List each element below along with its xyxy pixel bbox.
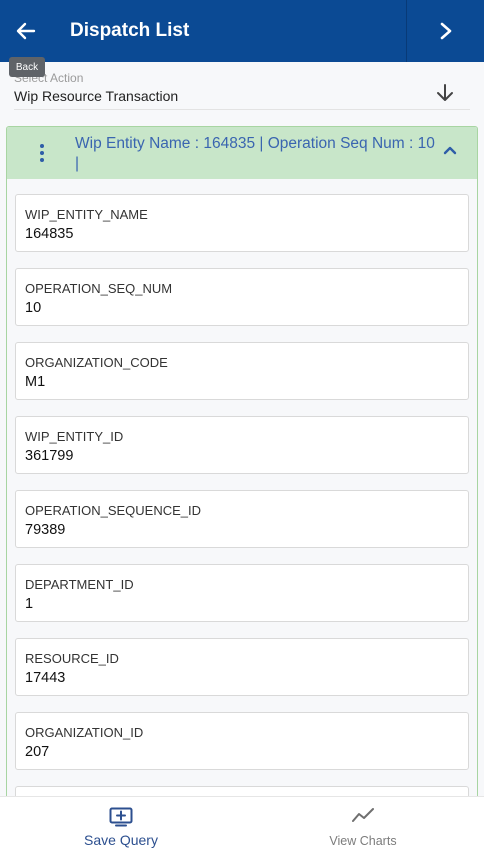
panel-header[interactable]: Wip Entity Name : 164835 | Operation Seq… [7,127,477,179]
trend-line-icon [352,808,374,822]
field-label: ORGANIZATION_CODE [25,355,168,370]
page-title: Dispatch List [70,20,190,41]
field-value: 17443 [25,670,66,686]
field-value: 207 [25,744,50,760]
field-organization-code: ORGANIZATION_CODE M1 [15,342,469,400]
field-wip-entity-id: WIP_ENTITY_ID 361799 [15,416,469,474]
bottom-action-bar: Save Query View Charts [0,796,484,855]
chevron-up-icon[interactable] [443,145,457,155]
add-to-screen-icon [109,807,133,827]
app-header: Dispatch List [0,0,484,62]
field-label: WIP_ENTITY_NAME [25,207,148,222]
field-organization-id: ORGANIZATION_ID 207 [15,712,469,770]
panel-title: Wip Entity Name : 164835 | Operation Seq… [75,135,435,172]
arrow-left-icon [16,22,36,40]
field-department-id: DEPARTMENT_ID 1 [15,564,469,622]
field-label: DEPARTMENT_ID [25,577,134,592]
field-label: RESOURCE_ID [25,651,119,666]
more-options-icon[interactable] [37,144,47,162]
field-operation-sequence-id: OPERATION_SEQUENCE_ID 79389 [15,490,469,548]
field-value: M1 [25,374,46,390]
view-charts-label: View Charts [329,834,397,848]
back-button[interactable] [0,0,52,62]
view-charts-button[interactable]: View Charts [242,797,484,855]
field-label: OPERATION_SEQ_NUM [25,281,173,296]
field-wip-entity-name: WIP_ENTITY_NAME 164835 [15,194,469,252]
field-value: 361799 [25,448,74,464]
back-tooltip: Back [9,57,45,77]
field-value: 10 [25,300,42,316]
field-value: 1 [25,596,34,612]
field-label: WIP_ENTITY_ID [25,429,124,444]
field-label: OPERATION_SEQUENCE_ID [25,503,202,518]
chevron-right-icon [440,22,451,40]
next-button[interactable] [406,0,484,62]
select-action-dropdown[interactable]: Select Action Wip Resource Transaction [14,70,470,110]
field-value: 164835 [25,226,74,242]
select-action-value: Wip Resource Transaction [14,88,179,104]
field-value: 79389 [25,522,66,538]
save-query-button[interactable]: Save Query [0,797,242,855]
field-operation-seq-num: OPERATION_SEQ_NUM 10 [15,268,469,326]
field-resource-id: RESOURCE_ID 17443 [15,638,469,696]
arrow-down-icon[interactable] [436,84,454,102]
save-query-label: Save Query [84,832,158,848]
field-label: ORGANIZATION_ID [25,725,144,740]
record-panel: Wip Entity Name : 164835 | Operation Seq… [6,126,478,806]
